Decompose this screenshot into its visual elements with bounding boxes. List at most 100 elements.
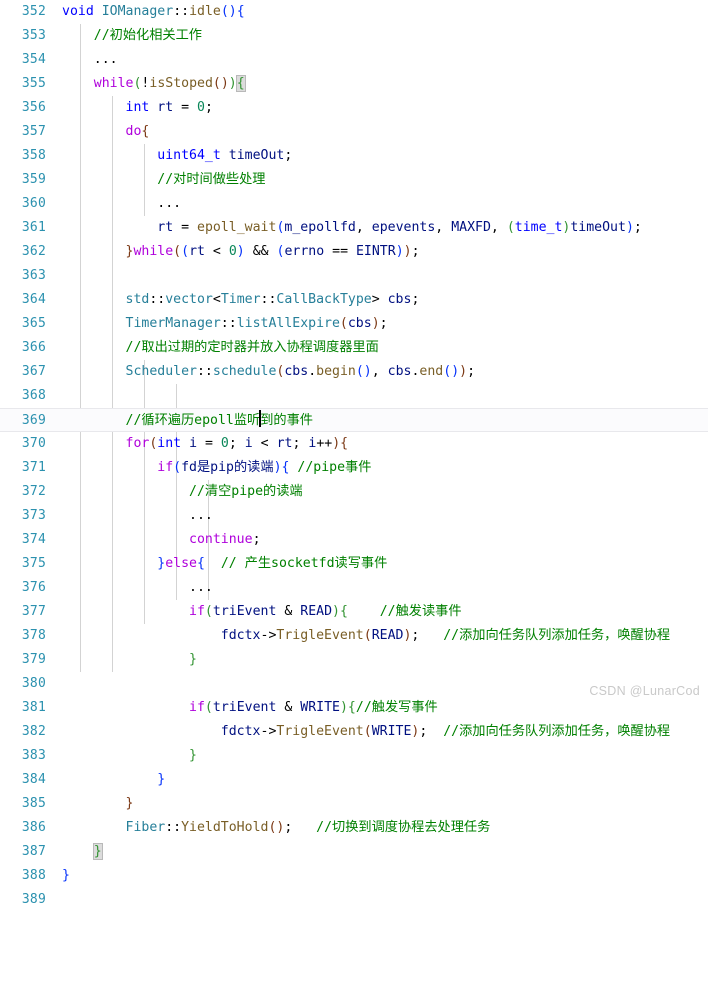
line-number: 380: [21, 676, 46, 691]
line-number: 374: [21, 532, 46, 547]
line-content: ...: [62, 508, 213, 523]
line-number: 360: [21, 196, 46, 211]
code-line[interactable]: 367 Scheduler::schedule(cbs.begin(), cbs…: [0, 360, 708, 384]
code-line[interactable]: 364 std::vector<Timer::CallBackType> cbs…: [0, 288, 708, 312]
code-lines[interactable]: 352 void IOManager::idle(){ 353 //初始化相关工…: [0, 0, 708, 912]
code-line[interactable]: 376 ...: [0, 576, 708, 600]
code-line[interactable]: 388 }: [0, 864, 708, 888]
line-number: 372: [21, 484, 46, 499]
line-number: 383: [21, 748, 46, 763]
line-number: 366: [21, 340, 46, 355]
code-line[interactable]: 362 }while((rt < 0) && (errno == EINTR))…: [0, 240, 708, 264]
line-number: 362: [21, 244, 46, 259]
code-line[interactable]: 373 ...: [0, 504, 708, 528]
line-content: uint64_t timeOut;: [62, 148, 293, 163]
brace-match-open: {: [235, 75, 246, 92]
code-line[interactable]: 361 rt = epoll_wait(m_epollfd, epevents,…: [0, 216, 708, 240]
code-line[interactable]: 384 }: [0, 768, 708, 792]
line-content: rt = epoll_wait(m_epollfd, epevents, MAX…: [157, 220, 642, 235]
line-number: 375: [21, 556, 46, 571]
line-content: }: [62, 772, 166, 787]
line-content: fdctx->TrigleEvent(READ); //添加向任务队列添加任务，…: [62, 628, 671, 643]
line-content: //对时间做些处理: [62, 172, 266, 187]
line-content: fdctx->TrigleEvent(WRITE); //添加向任务队列添加任务…: [62, 724, 671, 739]
code-line[interactable]: 366 //取出过期的定时器并放入协程调度器里面: [0, 336, 708, 360]
code-line[interactable]: 382 fdctx->TrigleEvent(WRITE); //添加向任务队列…: [0, 720, 708, 744]
line-number: 379: [21, 652, 46, 667]
code-line[interactable]: 365 TimerManager::listAllExpire(cbs);: [0, 312, 708, 336]
code-line[interactable]: 389: [0, 888, 708, 912]
line-content: for(int i = 0; i < rt; i++){: [62, 436, 349, 451]
code-line[interactable]: 387 }: [0, 840, 708, 864]
line-content: ...: [62, 52, 118, 67]
code-line[interactable]: 360 ...: [0, 192, 708, 216]
line-number: 386: [21, 820, 46, 835]
line-content: ...: [62, 196, 182, 211]
code-line[interactable]: 377 if(triEvent & READ){ //触发读事件: [0, 600, 708, 624]
line-content: }: [62, 652, 197, 667]
code-line[interactable]: 375 }else{ // 产生socketfd读写事件: [0, 552, 708, 576]
code-line[interactable]: 368: [0, 384, 708, 408]
code-line[interactable]: 383 }: [0, 744, 708, 768]
line-content: }: [62, 748, 197, 763]
line-number: 388: [21, 868, 46, 883]
code-line-current[interactable]: 369 //循环遍历epoll监听到的事件: [0, 408, 708, 432]
code-line[interactable]: 385 }: [0, 792, 708, 816]
line-content: if(fd是pip的读端){ //pipe事件: [62, 460, 372, 475]
code-line[interactable]: 371 if(fd是pip的读端){ //pipe事件: [0, 456, 708, 480]
line-number: 363: [21, 268, 46, 283]
code-line[interactable]: 370 for(int i = 0; i < rt; i++){: [0, 432, 708, 456]
code-line[interactable]: 386 Fiber::YieldToHold(); //切换到调度协程去处理任务: [0, 816, 708, 840]
code-line[interactable]: 359 //对时间做些处理: [0, 168, 708, 192]
line-content: ...: [62, 580, 213, 595]
code-line[interactable]: 356 int rt = 0;: [0, 96, 708, 120]
line-content: if(triEvent & READ){ //触发读事件: [62, 604, 462, 619]
line-content: std::vector<Timer::CallBackType> cbs;: [62, 292, 420, 307]
line-content: }else{ // 产生socketfd读写事件: [62, 556, 388, 571]
code-line[interactable]: 374 continue;: [0, 528, 708, 552]
watermark: CSDN @LunarCod: [589, 684, 700, 698]
line-content: }: [62, 868, 70, 883]
code-line[interactable]: 379 }: [0, 648, 708, 672]
line-number: 389: [21, 892, 46, 907]
line-number: 368: [21, 388, 46, 403]
line-content: }: [62, 796, 134, 811]
line-number: 352: [21, 4, 46, 19]
line-content: void IOManager::idle(){: [62, 4, 245, 19]
code-line[interactable]: 355 while(!isStoped()){: [0, 72, 708, 96]
line-number: 356: [21, 100, 46, 115]
line-number: 371: [21, 460, 46, 475]
line-number: 354: [21, 52, 46, 67]
code-line[interactable]: 363: [0, 264, 708, 288]
line-number: 355: [21, 76, 46, 91]
line-content: do{: [62, 124, 150, 139]
line-number: 364: [21, 292, 46, 307]
code-line[interactable]: 352 void IOManager::idle(){: [0, 0, 708, 24]
line-content: Scheduler::schedule(cbs.begin(), cbs.end…: [62, 364, 476, 379]
line-content: //清空pipe的读端: [62, 484, 303, 499]
brace-match-close: }: [92, 843, 103, 860]
code-line[interactable]: 353 //初始化相关工作: [0, 24, 708, 48]
line-number: 387: [21, 844, 46, 859]
line-number: 373: [21, 508, 46, 523]
code-line[interactable]: 372 //清空pipe的读端: [0, 480, 708, 504]
line-number: 381: [21, 700, 46, 715]
line-number: 378: [21, 628, 46, 643]
code-line[interactable]: 358 uint64_t timeOut;: [0, 144, 708, 168]
code-editor[interactable]: 352 void IOManager::idle(){ 353 //初始化相关工…: [0, 0, 708, 907]
code-line[interactable]: 354 ...: [0, 48, 708, 72]
line-number: 361: [21, 220, 46, 235]
line-content: continue;: [62, 532, 261, 547]
line-number: 358: [21, 148, 46, 163]
line-content: TimerManager::listAllExpire(cbs);: [62, 316, 388, 331]
code-line[interactable]: 381 if(triEvent & WRITE){//触发写事件: [0, 696, 708, 720]
code-line[interactable]: 357 do{: [0, 120, 708, 144]
line-content: }while((rt < 0) && (errno == EINTR));: [62, 244, 420, 259]
line-number: 385: [21, 796, 46, 811]
line-number: 377: [21, 604, 46, 619]
line-content: }: [62, 840, 103, 864]
line-number: 382: [21, 724, 46, 739]
line-number: 370: [21, 436, 46, 451]
code-line[interactable]: 378 fdctx->TrigleEvent(READ); //添加向任务队列添…: [0, 624, 708, 648]
line-content: //循环遍历epoll监听到的事件: [62, 409, 313, 433]
